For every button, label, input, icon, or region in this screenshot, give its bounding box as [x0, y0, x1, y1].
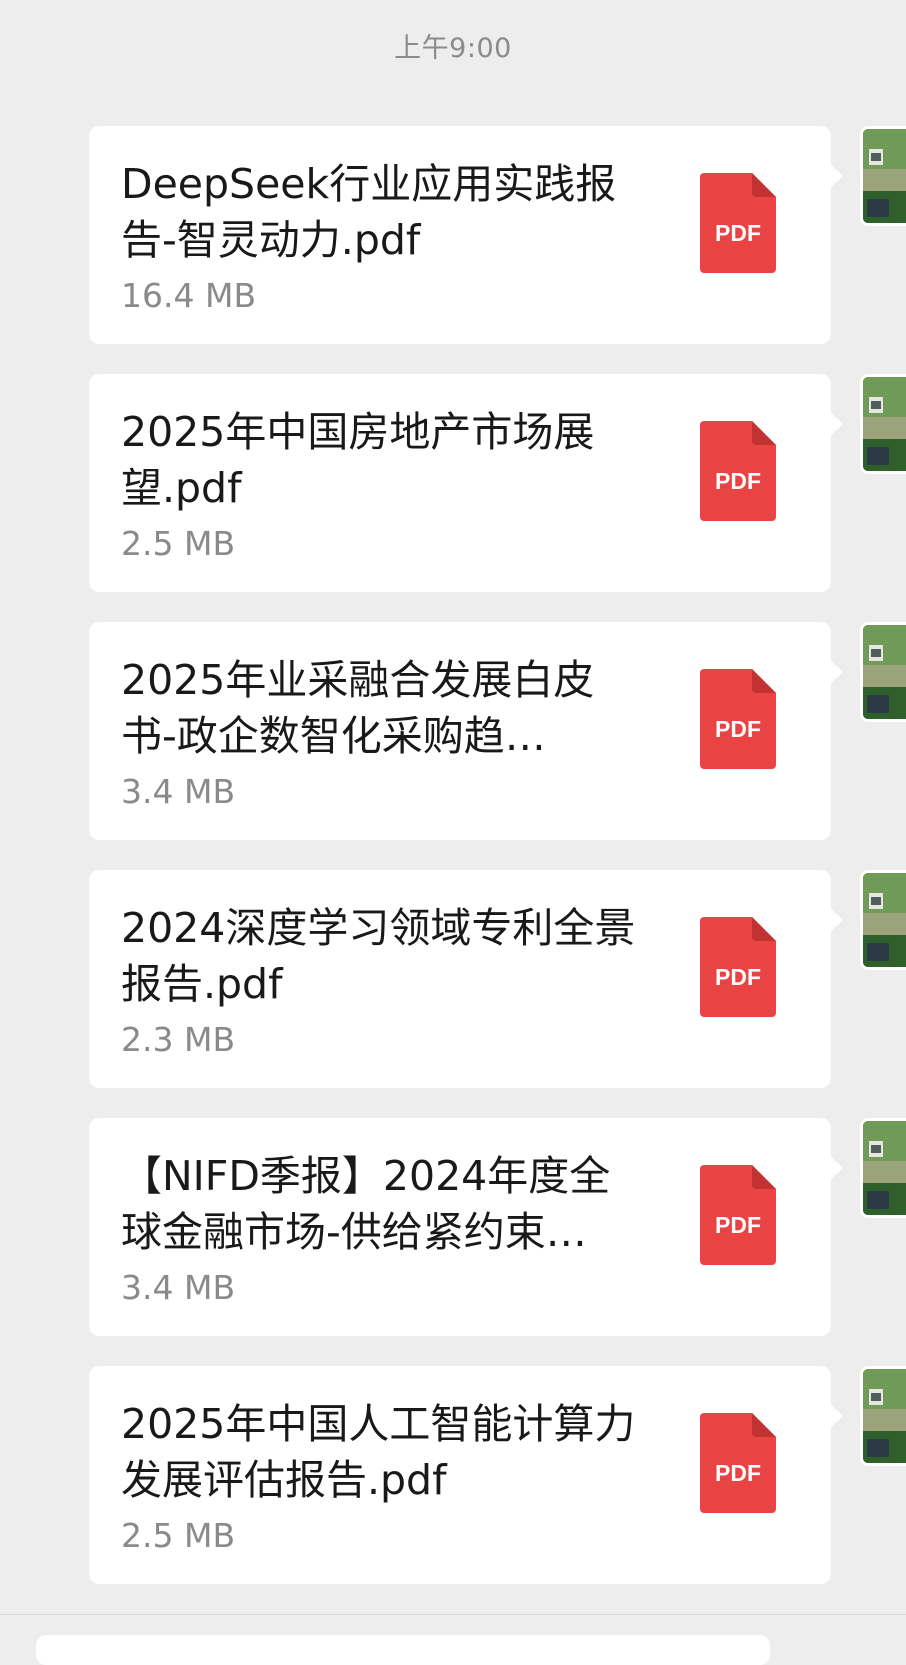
- file-card[interactable]: 2025年中国房地产市场展望.pdf 2.5 MB PDF: [89, 374, 843, 592]
- pdf-file-icon: PDF: [700, 173, 776, 273]
- file-size: 2.5 MB: [121, 1516, 236, 1555]
- file-card[interactable]: 2024深度学习领域专利全景报告.pdf 2.3 MB PDF: [89, 870, 843, 1088]
- file-message[interactable]: 2025年中国人工智能计算力发展评估报告.pdf 2.5 MB PDF: [0, 1366, 906, 1584]
- pdf-file-icon: PDF: [700, 669, 776, 769]
- file-name: DeepSeek行业应用实践报告-智灵动力.pdf: [121, 160, 617, 264]
- avatar[interactable]: [860, 126, 906, 226]
- pdf-icon-label: PDF: [715, 1460, 761, 1486]
- avatar[interactable]: [860, 374, 906, 474]
- avatar[interactable]: [860, 1366, 906, 1466]
- file-message[interactable]: DeepSeek行业应用实践报告-智灵动力.pdf 16.4 MB PDF: [0, 126, 906, 344]
- file-message[interactable]: 2025年中国房地产市场展望.pdf 2.5 MB PDF: [0, 374, 906, 592]
- file-size: 2.5 MB: [121, 524, 236, 563]
- file-size: 3.4 MB: [121, 1268, 236, 1307]
- message-input[interactable]: [36, 1635, 770, 1665]
- pdf-file-icon: PDF: [700, 917, 776, 1017]
- file-message[interactable]: 2025年业采融合发展白皮书-政企数智化采购趋… 3.4 MB PDF: [0, 622, 906, 840]
- file-size: 2.3 MB: [121, 1020, 236, 1059]
- input-divider: [0, 1614, 906, 1615]
- file-message[interactable]: 2024深度学习领域专利全景报告.pdf 2.3 MB PDF: [0, 870, 906, 1088]
- file-name: 2025年中国人工智能计算力发展评估报告.pdf: [121, 1400, 636, 1504]
- pdf-file-icon: PDF: [700, 1165, 776, 1265]
- pdf-icon-label: PDF: [715, 468, 761, 494]
- avatar[interactable]: [860, 1118, 906, 1218]
- file-card[interactable]: 2025年中国人工智能计算力发展评估报告.pdf 2.5 MB PDF: [89, 1366, 843, 1584]
- file-card[interactable]: DeepSeek行业应用实践报告-智灵动力.pdf 16.4 MB PDF: [89, 126, 843, 344]
- chat-timestamp: 上午9:00: [394, 33, 512, 64]
- avatar[interactable]: [860, 622, 906, 722]
- file-name: 【NIFD季报】2024年度全球金融市场-供给紧约束…: [121, 1152, 611, 1256]
- file-card[interactable]: 【NIFD季报】2024年度全球金融市场-供给紧约束… 3.4 MB PDF: [89, 1118, 843, 1336]
- pdf-icon-label: PDF: [715, 716, 761, 742]
- pdf-file-icon: PDF: [700, 421, 776, 521]
- pdf-icon-label: PDF: [715, 1212, 761, 1238]
- file-size: 3.4 MB: [121, 772, 236, 811]
- pdf-icon-label: PDF: [715, 964, 761, 990]
- pdf-file-icon: PDF: [700, 1413, 776, 1513]
- file-card[interactable]: 2025年业采融合发展白皮书-政企数智化采购趋… 3.4 MB PDF: [89, 622, 843, 840]
- file-message[interactable]: 【NIFD季报】2024年度全球金融市场-供给紧约束… 3.4 MB PDF: [0, 1118, 906, 1336]
- avatar[interactable]: [860, 870, 906, 970]
- pdf-icon-label: PDF: [715, 220, 761, 246]
- file-name: 2025年业采融合发展白皮书-政企数智化采购趋…: [121, 656, 595, 760]
- file-name: 2024深度学习领域专利全景报告.pdf: [121, 904, 636, 1008]
- file-size: 16.4 MB: [121, 276, 257, 315]
- file-name: 2025年中国房地产市场展望.pdf: [121, 408, 595, 512]
